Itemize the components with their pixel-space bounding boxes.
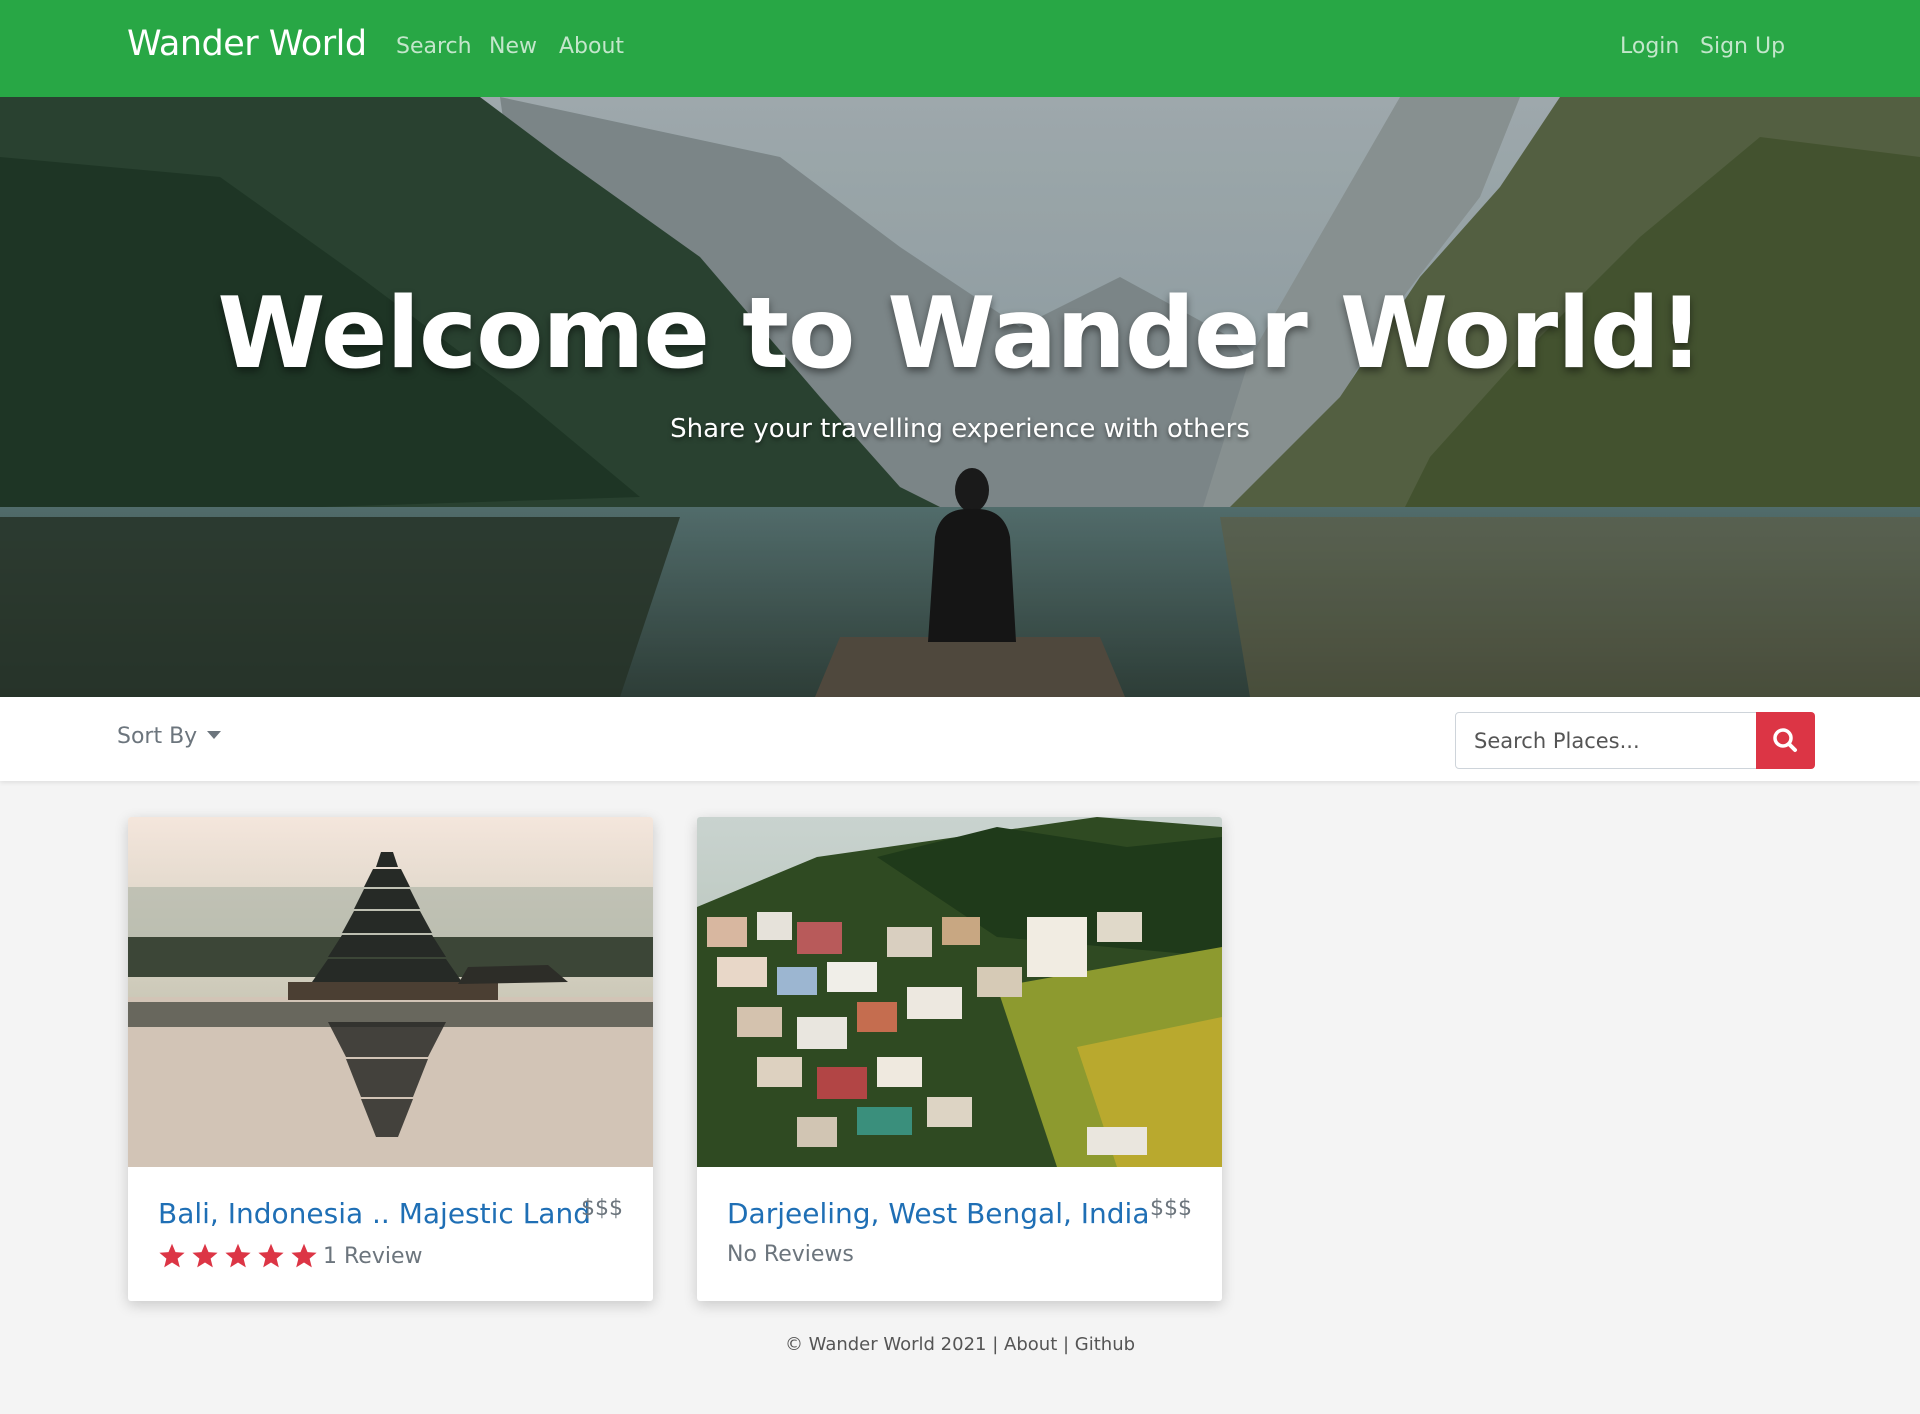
navbar: Wander World Search New About Login Sign… <box>0 0 1920 97</box>
place-card[interactable]: Bali, Indonesia .. Majestic Land $$$ 1 R… <box>128 817 653 1301</box>
star-icon <box>225 1243 251 1268</box>
nav-link-search[interactable]: Search <box>396 34 472 59</box>
nav-link-new[interactable]: New <box>489 34 537 59</box>
sort-label: Sort By <box>117 724 198 749</box>
temple-lake-photo <box>128 817 653 1167</box>
card-rating: 1 Review <box>158 1242 422 1270</box>
hero-title: Welcome to Wander World! <box>217 277 1703 391</box>
search-icon <box>1773 728 1797 752</box>
nav-link-about[interactable]: About <box>559 34 624 59</box>
card-price: $$$ <box>1150 1196 1192 1221</box>
nav-link-signup[interactable]: Sign Up <box>1700 34 1785 59</box>
footer-about-link[interactable]: About <box>1004 1334 1057 1355</box>
review-count: No Reviews <box>727 1242 854 1267</box>
card-title[interactable]: Bali, Indonesia .. Majestic Land <box>158 1197 591 1230</box>
search-input[interactable] <box>1455 712 1757 769</box>
hillside-town-photo <box>697 817 1222 1167</box>
hero-banner: Welcome to Wander World! Share your trav… <box>0 97 1920 697</box>
footer-separator: | <box>992 1334 1005 1355</box>
card-price: $$$ <box>581 1196 623 1221</box>
sort-dropdown[interactable]: Sort By <box>117 724 222 749</box>
place-card[interactable]: Darjeeling, West Bengal, India $$$ No Re… <box>697 817 1222 1301</box>
search-button[interactable] <box>1756 712 1815 769</box>
footer: © Wander World 2021 | About | Github <box>0 1334 1920 1355</box>
star-icon <box>291 1243 317 1268</box>
footer-copyright: © Wander World 2021 <box>784 1334 987 1355</box>
star-icon <box>258 1243 284 1268</box>
footer-github-link[interactable]: Github <box>1075 1334 1135 1355</box>
filter-toolbar: Sort By <box>0 697 1920 781</box>
hero-subtitle: Share your travelling experience with ot… <box>670 414 1250 444</box>
footer-separator: | <box>1062 1334 1075 1355</box>
hero-overlay <box>0 97 1920 697</box>
star-icon <box>192 1243 218 1268</box>
review-count: 1 Review <box>323 1243 423 1269</box>
nav-link-login[interactable]: Login <box>1620 34 1679 59</box>
caret-down-icon <box>207 731 222 739</box>
card-title[interactable]: Darjeeling, West Bengal, India <box>727 1197 1150 1230</box>
brand-logo[interactable]: Wander World <box>127 24 367 64</box>
star-icon <box>159 1243 185 1268</box>
